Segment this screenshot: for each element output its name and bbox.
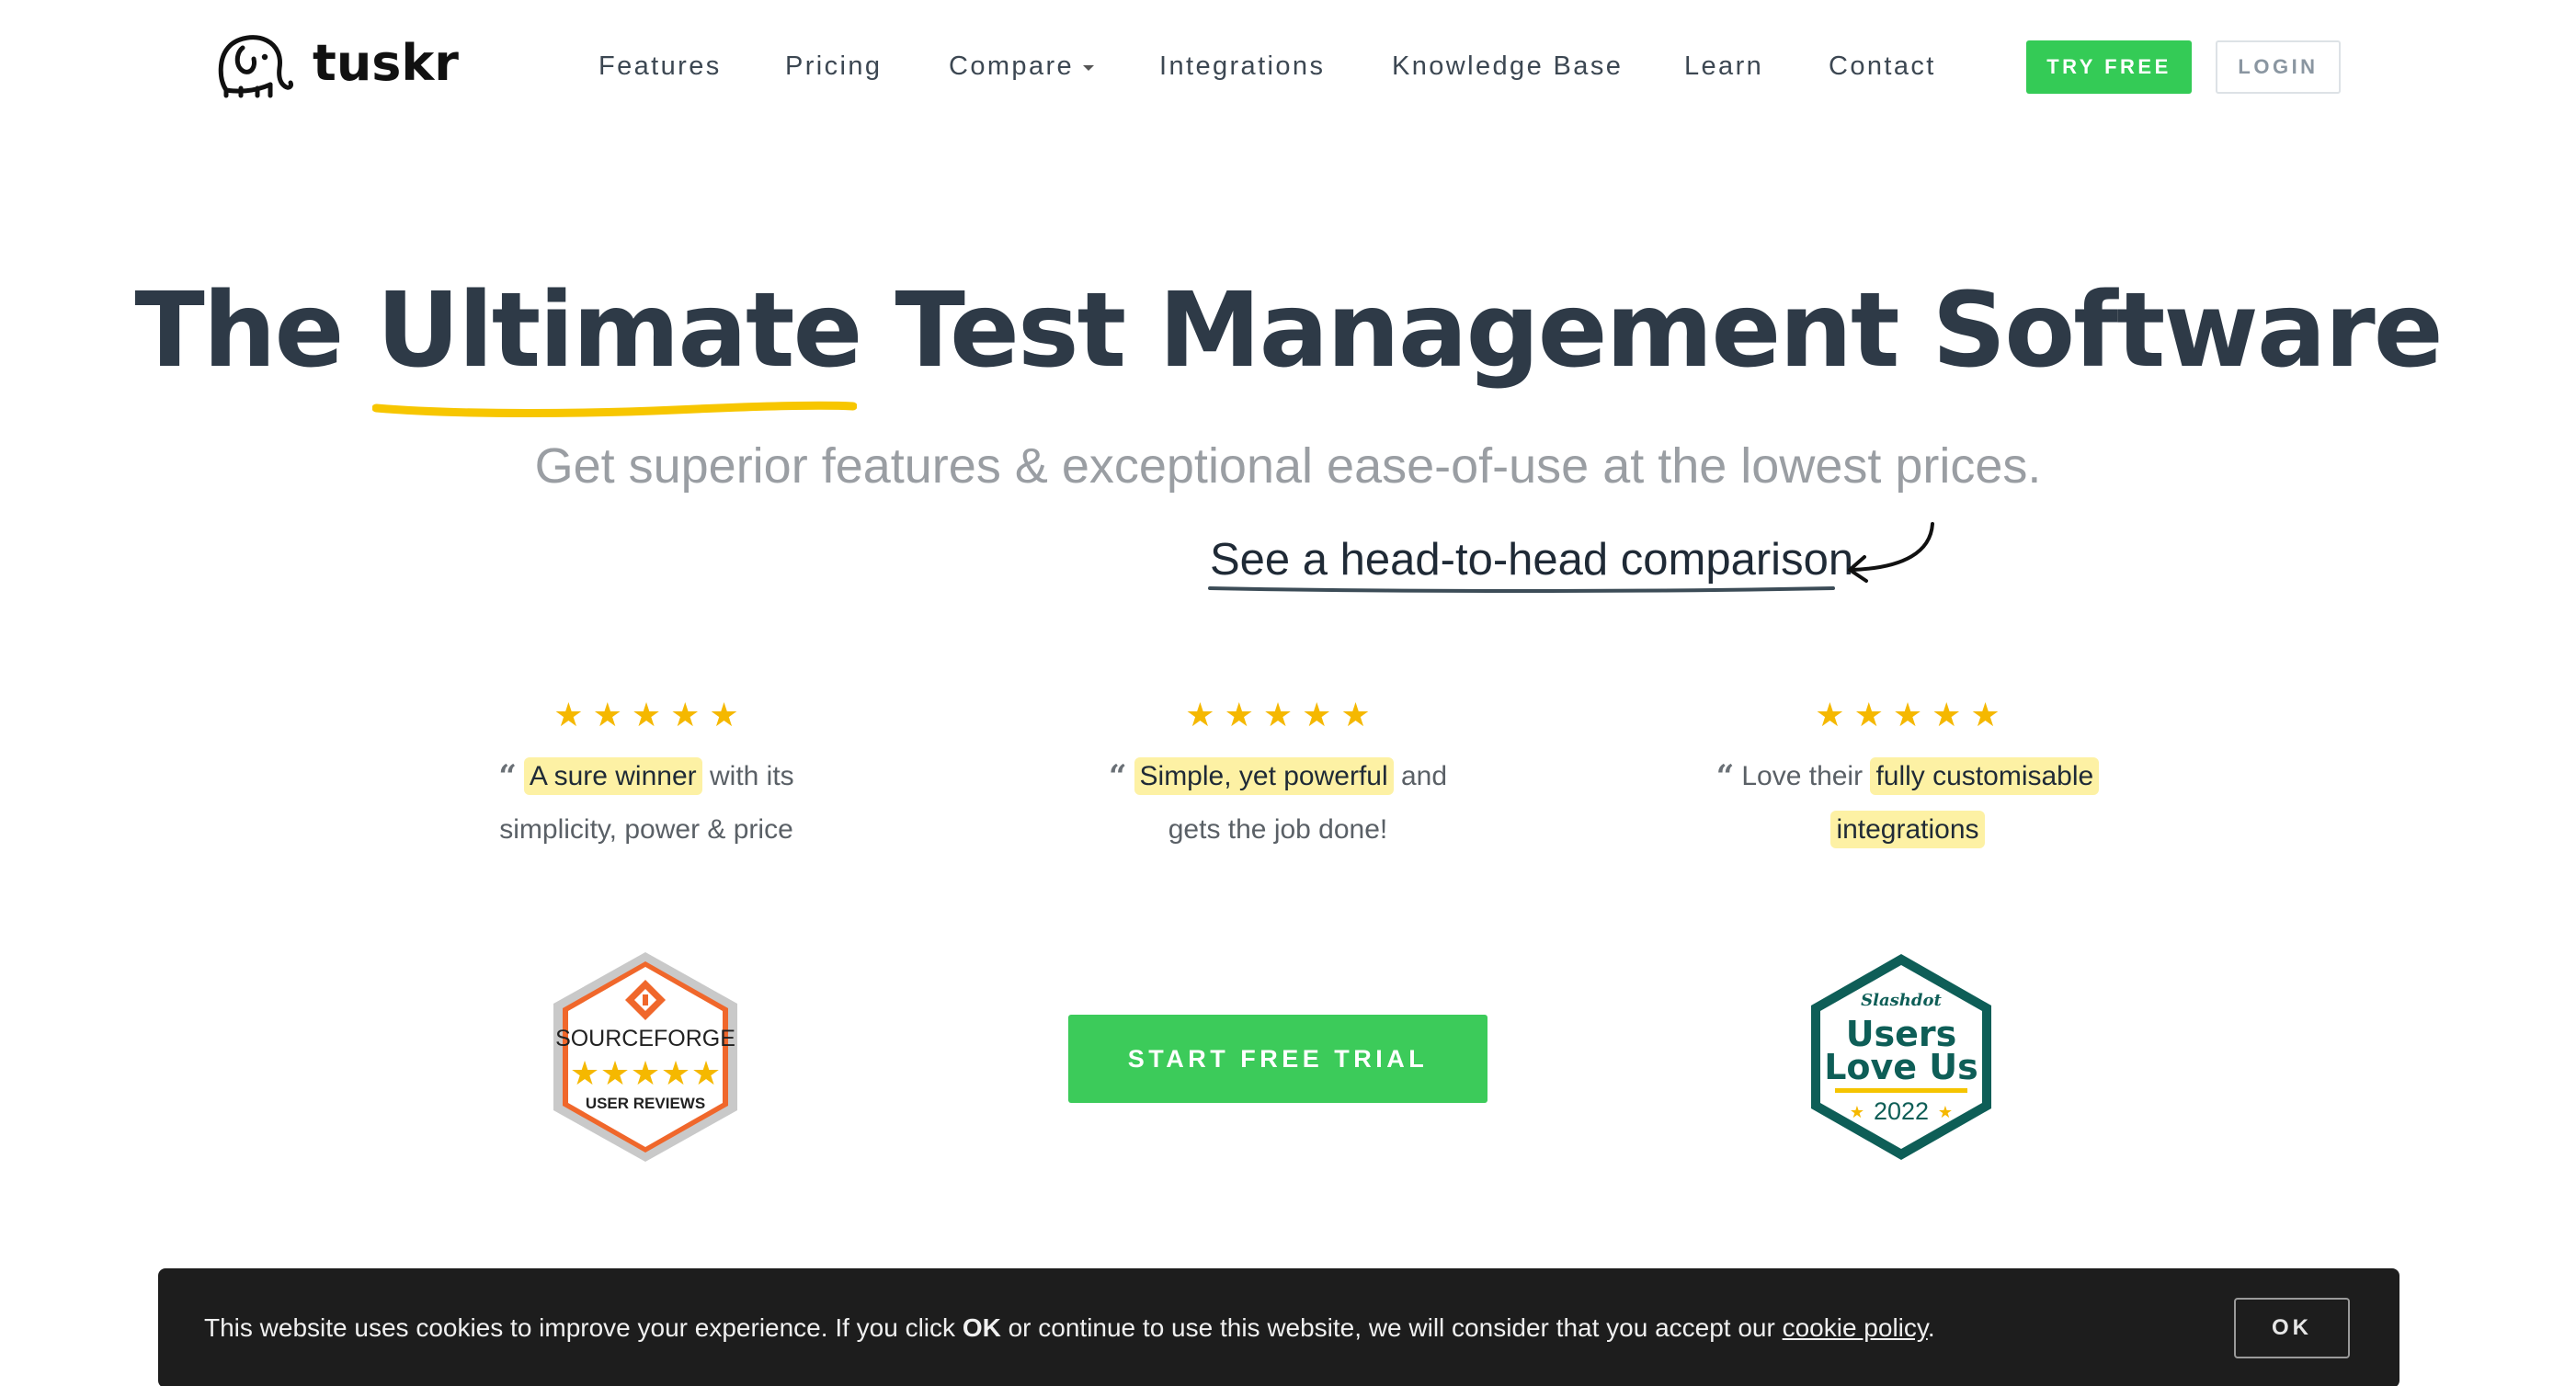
hero-title-suffix: Test Management Software (895, 271, 2443, 391)
hero-title-highlight: Ultimate (372, 267, 862, 417)
slashdot-brand: Slashdot (1861, 991, 1942, 1010)
slashdot-year: 2022 (1874, 1097, 1929, 1125)
svg-text:★: ★ (661, 1055, 690, 1093)
star-icon: ★ (1850, 1103, 1864, 1122)
quote-text: Love their (1741, 761, 1864, 791)
curved-arrow-icon (1848, 522, 1934, 583)
hero-subtitle: Get superior features & exceptional ease… (534, 438, 2042, 494)
svg-text:★: ★ (600, 1055, 630, 1093)
star-icon: ★ (1938, 1103, 1953, 1122)
star-icon: ★ (631, 696, 662, 733)
nav-item-compare[interactable]: Compare (949, 46, 1095, 86)
star-icon: ★ (1302, 696, 1332, 733)
cookie-text-before: This website uses cookies to improve you… (204, 1313, 956, 1342)
elephant-icon (218, 35, 293, 98)
cookie-message: This website uses cookies to improve you… (204, 1310, 1935, 1346)
quote-icon: “ (1108, 758, 1127, 795)
quote-text-line2: simplicity, power & price (499, 814, 793, 845)
nav-item-integrations[interactable]: Integrations (1159, 46, 1325, 86)
slashdot-badge[interactable]: Slashdot Users Love Us ★ 2022 ★ (1807, 950, 1995, 1164)
cookie-text-middle: or continue to use this website, we will… (1008, 1313, 1775, 1342)
cookie-banner: This website uses cookies to improve you… (158, 1268, 2399, 1386)
testimonial-quote: “A sure winner with its simplicity, powe… (389, 748, 904, 857)
quote-text-line2: gets the job done! (1168, 814, 1388, 845)
brand-logo[interactable]: tuskr (215, 31, 459, 99)
star-icon: ★ (1853, 696, 1884, 733)
chevron-down-icon (1083, 65, 1095, 71)
sourceforge-subtitle: USER REVIEWS (586, 1095, 705, 1112)
sourceforge-stars: ★ ★ ★ ★ ★ (570, 1055, 721, 1093)
cookie-ok-button[interactable]: OK (2234, 1298, 2350, 1358)
star-icon: ★ (553, 696, 584, 733)
star-icon: ★ (1970, 696, 2000, 733)
top-navigation: tuskr Features Pricing Compare Integrati… (0, 0, 2576, 138)
nav-item-knowledge-base[interactable]: Knowledge Base (1392, 46, 1623, 86)
star-icon: ★ (1340, 696, 1371, 733)
quote-highlight-line2: integrations (1830, 811, 1985, 848)
star-icon: ★ (1262, 696, 1294, 733)
nav-item-contact[interactable]: Contact (1829, 46, 1936, 86)
star-rating: ★ ★ ★ ★ ★ (1020, 699, 1535, 732)
quote-icon: “ (498, 758, 517, 795)
nav-item-features[interactable]: Features (598, 46, 722, 86)
quote-text: with its (709, 761, 794, 791)
quote-highlight: A sure winner (523, 757, 702, 795)
cookie-text-end: . (1927, 1313, 1935, 1342)
comparison-link[interactable]: See a head-to-head comparison (1210, 531, 1853, 588)
hero-title-highlight-text: Ultimate (376, 271, 862, 391)
star-rating: ★ ★ ★ ★ ★ (389, 699, 904, 732)
brand-name: tuskr (313, 34, 459, 92)
svg-text:★: ★ (570, 1055, 599, 1093)
star-icon: ★ (709, 696, 739, 733)
hero-title-prefix: The (134, 271, 344, 391)
cookie-policy-link[interactable]: cookie policy (1783, 1313, 1928, 1342)
quote-highlight: Simple, yet powerful (1134, 757, 1394, 795)
testimonial-1: ★ ★ ★ ★ ★ “A sure winner with its simplicity… (389, 699, 904, 857)
quote-highlight: fully customisable (1870, 757, 2100, 795)
svg-text:★: ★ (691, 1055, 721, 1093)
star-icon: ★ (1815, 696, 1845, 733)
quote-icon: “ (1715, 758, 1735, 795)
sourceforge-title: SOURCEFORGE (555, 1026, 735, 1051)
star-icon: ★ (592, 696, 622, 733)
star-icon: ★ (670, 696, 701, 733)
testimonial-quote: “Love their fully customisable integrati… (1650, 748, 2165, 857)
star-icon: ★ (1185, 696, 1215, 733)
cookie-ok-inline: OK (962, 1313, 1001, 1342)
testimonial-quote: “Simple, yet powerful and gets the job d… (1020, 748, 1535, 857)
login-button[interactable]: LOGIN (2216, 40, 2341, 94)
slashdot-line2: Love Us (1824, 1047, 1978, 1087)
testimonial-2: ★ ★ ★ ★ ★ “Simple, yet powerful and gets the… (1020, 699, 1535, 857)
nav-item-pricing[interactable]: Pricing (785, 46, 882, 86)
sourceforge-badge[interactable]: SOURCEFORGE ★ ★ ★ ★ ★ USER REVIEWS (548, 949, 743, 1165)
nav-item-compare-label: Compare (949, 51, 1075, 81)
try-free-button[interactable]: TRY FREE (2026, 40, 2192, 94)
quote-text: and (1400, 761, 1448, 791)
nav-item-learn[interactable]: Learn (1684, 46, 1763, 86)
star-icon: ★ (1932, 696, 1962, 733)
start-free-trial-button[interactable]: START FREE TRIAL (1068, 1015, 1487, 1103)
testimonial-3: ★ ★ ★ ★ ★ “Love their fully customisable int… (1650, 699, 2165, 857)
hero-title: The Ultimate Test Management Software (0, 267, 2576, 417)
star-rating: ★ ★ ★ ★ ★ (1650, 699, 2165, 732)
star-icon: ★ (1224, 696, 1254, 733)
yellow-underline-squiggle (372, 401, 858, 417)
star-icon: ★ (1892, 696, 1923, 733)
svg-text:★: ★ (631, 1055, 660, 1093)
comparison-underline (1208, 586, 1835, 593)
